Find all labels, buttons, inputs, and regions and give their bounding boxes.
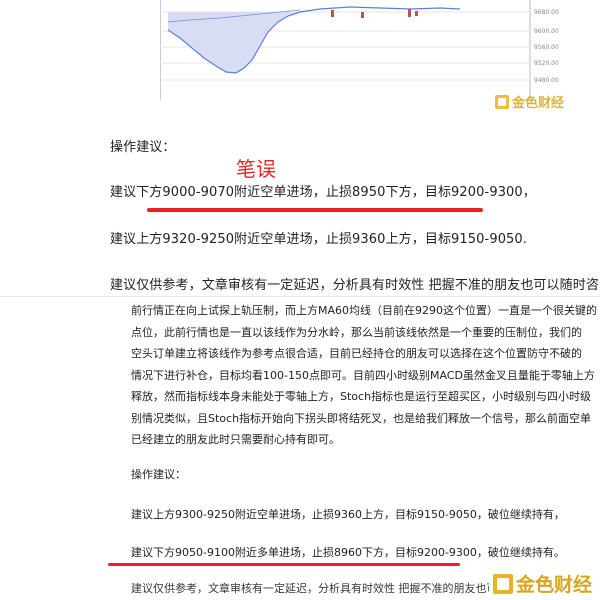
lower-suggestion-1: 建议上方9300-9250附近空单进场，止损9360上方，目标9150-9050… [131, 508, 565, 521]
logo-icon [494, 94, 509, 109]
watermark-top: 金色财经 [494, 92, 564, 111]
screenshot-divider [0, 296, 600, 297]
paragraph-line: 已经建立的朋友此时只需要耐心持有即可。 [131, 433, 340, 446]
price-label: 9600.00 [534, 28, 559, 35]
watermark-bottom: 金色财经 [492, 570, 592, 597]
paragraph-line: 前行情正在向上试探上轨压制，而上方MA60均线（目前在9290这个位置）一直是一… [131, 304, 598, 317]
candle [331, 10, 334, 17]
chart-candles [331, 9, 418, 18]
analysis-paragraph: 前行情正在向上试探上轨压制，而上方MA60均线（目前在9290这个位置）一直是一… [131, 300, 598, 451]
red-underline-lower [108, 563, 460, 566]
lower-suggestion-2: 建议下方9050-9100附近多单进场，止损8960下方，目标9200-9300… [131, 546, 565, 559]
lower-disclaimer: 建议仅供参考，文章审核有一定延迟，分析具有时效性 把握不准的朋友也可以随时咨询 [131, 582, 489, 595]
candle [415, 11, 418, 16]
paragraph-line: 点位，此前行情也是一直以该线作为分水岭，那么当前该线依然是一个重要的压制位，我们… [131, 325, 582, 339]
paragraph-line: 释放，然而指标线本身未能处于零轴上方，Stoch指标也是运行至超买区，小时级别与… [131, 390, 592, 403]
upper-suggestion-2: 建议上方9320-9250附近空单进场，止损9360上方，目标9150-9050… [110, 232, 528, 247]
upper-suggestion-1: 建议下方9000-9070附近空单进场，止损8950下方，目标9200-9300… [110, 185, 536, 200]
paragraph-line: 空头订单建立将该线作为参考点很合适，目前已经持仓的朋友可以选择在这个位置防守不破… [131, 347, 582, 360]
correction-annotation: 笔误 [236, 157, 276, 181]
price-label: 9560.00 [534, 44, 559, 51]
price-label: 9480.00 [534, 77, 559, 84]
paragraph-line: 别情况类似，且Stoch指标开始向下拐头即将结死叉，也是给我们释放一个信号，那么… [131, 411, 592, 425]
candle [361, 12, 364, 18]
paragraph-line: 情况下进行补仓，目标均看100-150点即可。目前四小时级别MACD虽然金叉且量… [131, 368, 595, 382]
red-underline-upper [147, 208, 483, 212]
lower-section-title: 操作建议： [131, 468, 186, 481]
logo-icon [492, 573, 513, 594]
upper-disclaimer: 建议仅供参考，文章审核有一定延迟，分析具有时效性 把握不准的朋友也可以随时咨询小 [110, 278, 598, 293]
price-label: 9520.00 [534, 60, 559, 67]
candle [408, 9, 411, 17]
upper-section-title: 操作建议： [110, 140, 176, 155]
price-label: 9680.00 [534, 9, 559, 16]
